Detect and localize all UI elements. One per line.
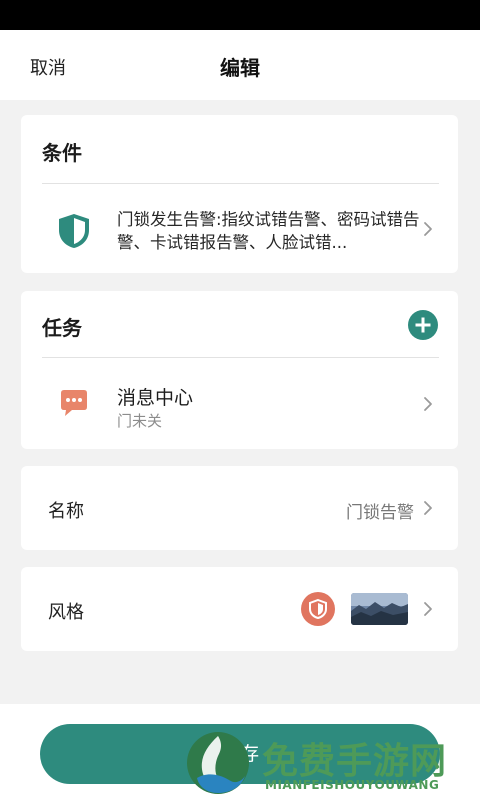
landscape-thumbnail — [351, 593, 408, 625]
style-row[interactable]: 风格 — [21, 567, 458, 651]
task-section-title: 任务 — [42, 316, 82, 340]
style-label: 风格 — [48, 602, 84, 623]
chat-bubble-icon — [61, 390, 87, 416]
chevron-right-icon[interactable] — [420, 395, 436, 413]
chevron-right-icon[interactable] — [420, 220, 436, 238]
chevron-right-icon[interactable] — [420, 499, 436, 517]
nav-bar: 取消 编辑 — [0, 30, 480, 100]
watermark-text: 免费手游网 — [262, 740, 448, 782]
plus-circle-icon[interactable] — [408, 310, 438, 340]
name-value: 门锁告警 — [346, 503, 414, 523]
task-item-subtitle: 门未关 — [117, 412, 163, 430]
shield-icon — [59, 214, 89, 248]
task-card: 任务 消息中心 门未关 — [21, 291, 458, 449]
name-label: 名称 — [48, 501, 84, 522]
divider — [42, 357, 439, 358]
task-item-name[interactable]: 消息中心 — [117, 383, 193, 410]
divider — [42, 183, 439, 184]
page-title: 编辑 — [220, 56, 260, 80]
shield-icon — [301, 592, 335, 626]
status-bar — [0, 0, 480, 30]
watermark-subtext: MIANFEISHOUYOUWANG — [265, 778, 440, 792]
name-row[interactable]: 名称 门锁告警 — [21, 466, 458, 550]
condition-description[interactable]: 门锁发生告警:指纹试错告警、密码试错告警、卡试错报告警、人脸试错... — [117, 208, 422, 254]
chevron-right-icon[interactable] — [420, 600, 436, 618]
watermark-logo-icon — [187, 732, 249, 794]
bottom-bar: 保存 免费手游网 MIANFEISHOUYOUWANG — [0, 704, 480, 800]
condition-section-title: 条件 — [42, 141, 82, 165]
condition-card: 条件 门锁发生告警:指纹试错告警、密码试错告警、卡试错报告警、人脸试错... — [21, 115, 458, 273]
